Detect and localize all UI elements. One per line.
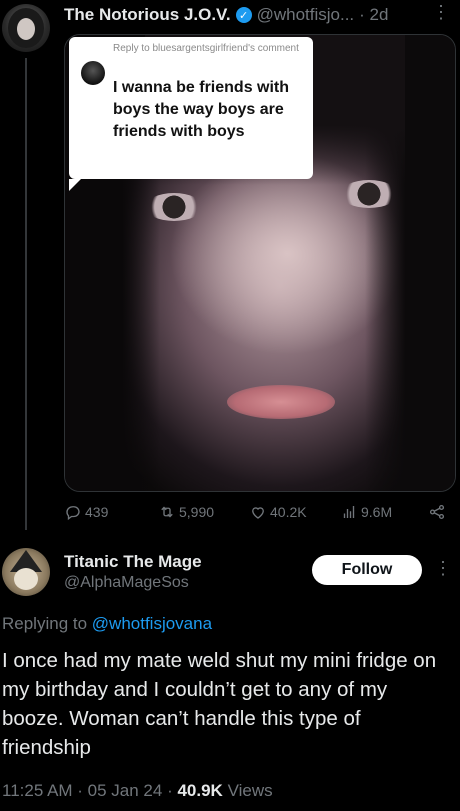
replying-to: Replying to @whotfisjovana <box>2 614 212 634</box>
tweet-time[interactable]: · 2d <box>359 5 388 25</box>
replying-mention-link[interactable]: @whotfisjovana <box>92 614 212 633</box>
reply-author-name[interactable]: Titanic The Mage <box>64 551 202 573</box>
share-button[interactable] <box>428 503 446 521</box>
views-icon <box>343 506 355 518</box>
like-count: 40.2K <box>270 504 307 520</box>
reply-views-label: Views <box>222 781 273 800</box>
reply-button[interactable]: 439 <box>64 503 108 521</box>
reply-meta: 11:25 AM · 05 Jan 24 · 40.9K Views <box>2 781 273 801</box>
reply-author-handle[interactable]: @AlphaMageSos <box>64 573 202 593</box>
retweet-button[interactable]: 5,990 <box>158 503 214 521</box>
author-name[interactable]: The Notorious J.O.V. <box>64 5 231 25</box>
retweet-icon <box>161 506 173 518</box>
verified-icon: ✓ <box>235 7 252 23</box>
author-handle[interactable]: @whotfisjo... <box>257 5 355 25</box>
reply-timestamp[interactable]: 11:25 AM · 05 Jan 24 · <box>2 781 177 800</box>
follow-button[interactable]: Follow <box>312 555 422 585</box>
reply-views-count: 40.9K <box>177 781 223 800</box>
comment-avatar <box>81 61 105 85</box>
like-button[interactable]: 40.2K <box>249 503 307 521</box>
replying-prefix: Replying to <box>2 614 92 633</box>
share-icon <box>429 504 445 520</box>
reply-icon <box>66 506 80 521</box>
reply-text: I once had my mate weld shut my mini fri… <box>2 649 437 759</box>
views-count: 9.6M <box>361 504 393 520</box>
avatar-cat <box>14 568 38 590</box>
like-icon <box>252 507 264 519</box>
reply-header: Titanic The Mage @AlphaMageSos <box>64 551 202 593</box>
author-avatar[interactable] <box>2 4 50 52</box>
tweet-media[interactable]: Reply to bluesargentsgirlfriend's commen… <box>64 34 456 492</box>
tweet-header: The Notorious J.O.V. ✓ @whotfisjo... · 2… <box>64 4 456 26</box>
reply-comment-text: I wanna be friends with boys the way boy… <box>113 79 290 140</box>
reply-comment-card: Reply to bluesargentsgirlfriend's commen… <box>69 37 313 191</box>
more-icon[interactable]: ⋮ <box>434 558 452 579</box>
retweet-count: 5,990 <box>179 504 215 520</box>
reply-label: Reply to bluesargentsgirlfriend's commen… <box>113 43 299 54</box>
avatar-face <box>17 18 35 40</box>
reply-count: 439 <box>85 504 109 520</box>
tweet-actions: 439 5,990 40.2K 9.6M <box>64 500 454 524</box>
more-icon[interactable]: ⋮ <box>432 2 450 23</box>
thread-line <box>25 58 27 530</box>
media-eye-right <box>340 180 398 208</box>
media-eye-left <box>145 193 203 221</box>
reply-author-avatar[interactable] <box>2 548 50 596</box>
views-button[interactable]: 9.6M <box>340 503 392 521</box>
media-lips <box>227 385 335 419</box>
